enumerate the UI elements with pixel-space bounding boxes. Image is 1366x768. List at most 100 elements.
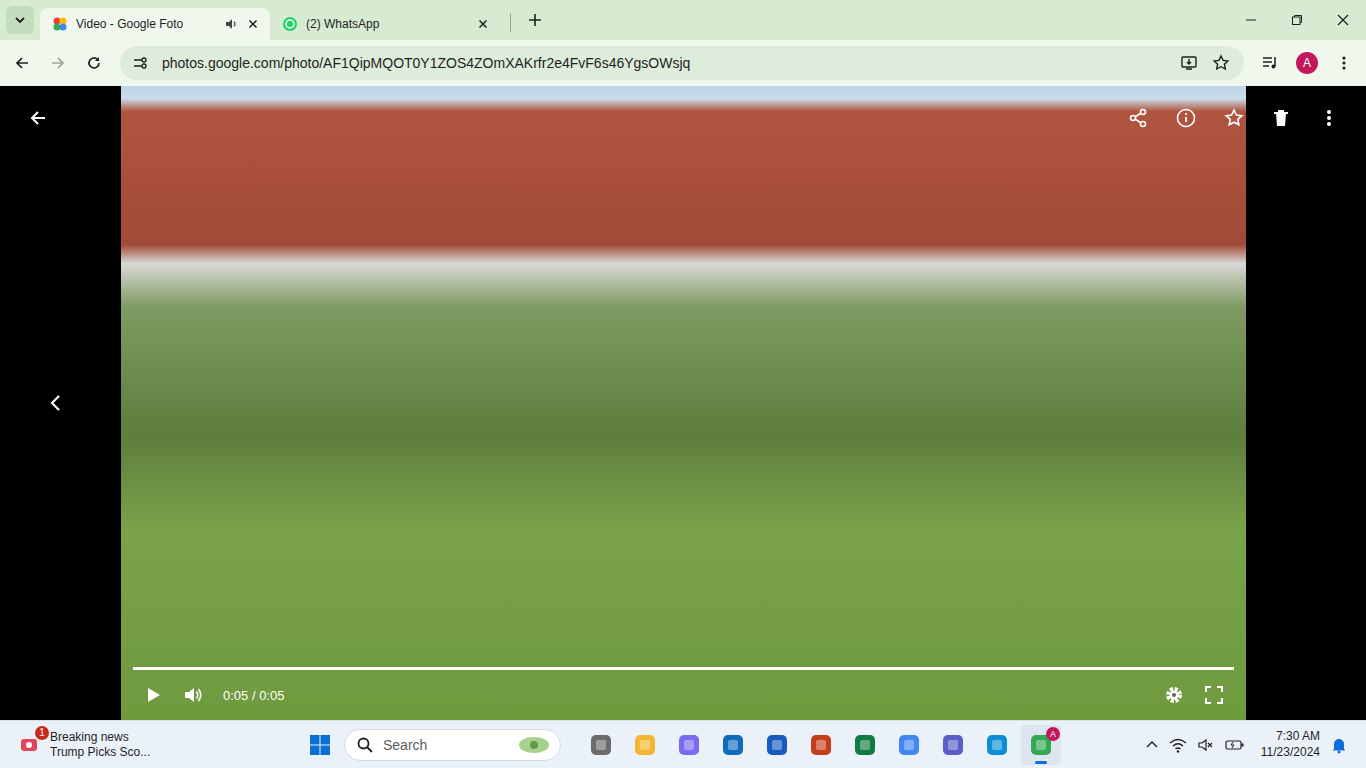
tab-strip: Video - Google Foto (2) WhatsApp: [0, 0, 1366, 40]
more-vertical-icon: [1319, 108, 1339, 128]
site-info-icon[interactable]: [132, 55, 148, 71]
app-icon: [985, 733, 1009, 757]
back-button[interactable]: [6, 47, 38, 79]
battery-icon[interactable]: [1225, 736, 1245, 754]
bookmark-star-icon[interactable]: [1212, 54, 1230, 72]
video-time: 0:05 / 0:05: [223, 688, 284, 703]
screen: Video - Google Foto (2) WhatsApp photos.…: [0, 0, 1366, 768]
minimize-icon: [1245, 14, 1257, 26]
arrow-left-icon: [14, 55, 30, 71]
taskbar-app[interactable]: [669, 725, 709, 765]
chevron-up-icon[interactable]: [1145, 738, 1159, 752]
trash-icon: [1271, 108, 1291, 128]
news-subtitle: Trump Picks Sco...: [50, 745, 150, 760]
google-photos-icon: [52, 16, 68, 32]
start-button[interactable]: [300, 725, 340, 765]
app-icon: [677, 733, 701, 757]
taskbar-app[interactable]: A: [1021, 725, 1061, 765]
arrow-right-icon: [50, 55, 66, 71]
windows-logo-icon: [309, 734, 331, 756]
app-icon: [589, 733, 613, 757]
taskbar-app[interactable]: [933, 725, 973, 765]
fullscreen-button[interactable]: [1198, 679, 1230, 711]
taskbar-search[interactable]: Search: [344, 729, 561, 761]
viewer-actions: [1128, 108, 1244, 128]
taskbar: 1 Breaking news Trump Picks Sco... Searc…: [0, 720, 1366, 768]
taskbar-apps: Search A: [300, 725, 1061, 765]
right-rail: [1246, 86, 1366, 720]
app-icon: [765, 733, 789, 757]
restore-button[interactable]: [1274, 0, 1320, 40]
news-widget[interactable]: 1 Breaking news Trump Picks Sco...: [0, 730, 300, 760]
arrow-left-icon: [28, 108, 48, 128]
browser-tab[interactable]: (2) WhatsApp: [270, 8, 500, 40]
profile-avatar[interactable]: A: [1296, 52, 1318, 74]
volume-icon: [183, 685, 203, 705]
back-button[interactable]: [22, 102, 54, 134]
favorite-star-icon[interactable]: [1224, 108, 1244, 128]
share-icon[interactable]: [1128, 108, 1148, 128]
progress-fill: [133, 667, 1234, 670]
more-vertical-icon: [1336, 55, 1352, 71]
close-icon: [1337, 14, 1349, 26]
taskbar-app[interactable]: [801, 725, 841, 765]
close-icon[interactable]: [246, 17, 260, 31]
reload-icon: [86, 55, 102, 71]
tab-search-button[interactable]: [6, 6, 34, 34]
more-button[interactable]: [1313, 102, 1345, 134]
menu-button[interactable]: [1328, 47, 1360, 79]
active-indicator: [1035, 761, 1047, 764]
news-title: Breaking news: [50, 730, 150, 745]
browser-tab[interactable]: Video - Google Foto: [40, 8, 270, 40]
chevron-down-icon: [13, 13, 27, 27]
settings-button[interactable]: [1158, 679, 1190, 711]
app-icon: [941, 733, 965, 757]
play-icon: [144, 686, 162, 704]
toolbar: photos.google.com/photo/AF1QipMQOT0Y1ZOS…: [0, 40, 1366, 86]
close-button[interactable]: [1320, 0, 1366, 40]
play-button[interactable]: [137, 679, 169, 711]
taskbar-app[interactable]: [977, 725, 1017, 765]
wifi-icon[interactable]: [1169, 736, 1187, 754]
reload-button[interactable]: [78, 47, 110, 79]
previous-button[interactable]: [40, 387, 72, 419]
video-frame[interactable]: 0:05 / 0:05: [121, 86, 1246, 720]
notification-badge: 1: [35, 726, 49, 740]
tab-separator: [510, 14, 511, 32]
speaker-icon[interactable]: [224, 17, 238, 31]
volume-muted-icon[interactable]: [1197, 736, 1215, 754]
new-tab-button[interactable]: [521, 6, 549, 34]
left-rail: [0, 86, 121, 720]
app-icon: [633, 733, 657, 757]
taskbar-app[interactable]: [625, 725, 665, 765]
photo-viewer: 0:05 / 0:05: [0, 86, 1366, 720]
notification-bell-icon[interactable]: [1330, 736, 1348, 754]
search-icon: [357, 737, 373, 753]
whatsapp-icon: [282, 16, 298, 32]
taskbar-app[interactable]: [889, 725, 929, 765]
info-icon[interactable]: [1176, 108, 1196, 128]
window-controls: [1228, 0, 1366, 40]
volume-button[interactable]: [177, 679, 209, 711]
delete-button[interactable]: [1265, 102, 1297, 134]
taskbar-app[interactable]: [757, 725, 797, 765]
taskbar-app[interactable]: [581, 725, 621, 765]
tab-label: (2) WhatsApp: [306, 17, 468, 31]
taskbar-app[interactable]: [845, 725, 885, 765]
fullscreen-icon: [1204, 685, 1224, 705]
close-icon[interactable]: [476, 17, 490, 31]
tab-label: Video - Google Foto: [76, 17, 216, 31]
forward-button[interactable]: [42, 47, 74, 79]
address-bar[interactable]: photos.google.com/photo/AF1QipMQOT0Y1ZOS…: [120, 46, 1244, 80]
progress-bar[interactable]: [133, 667, 1234, 670]
plus-icon: [528, 13, 542, 27]
chevron-left-icon: [46, 393, 66, 413]
url-text[interactable]: photos.google.com/photo/AF1QipMQOT0Y1ZOS…: [162, 55, 1166, 71]
minimize-button[interactable]: [1228, 0, 1274, 40]
media-controls-button[interactable]: [1254, 47, 1286, 79]
clock[interactable]: 7:30 AM 11/23/2024: [1261, 729, 1320, 760]
app-icon: [809, 733, 833, 757]
clock-time: 7:30 AM: [1276, 729, 1320, 745]
install-app-icon[interactable]: [1180, 54, 1198, 72]
taskbar-app[interactable]: [713, 725, 753, 765]
